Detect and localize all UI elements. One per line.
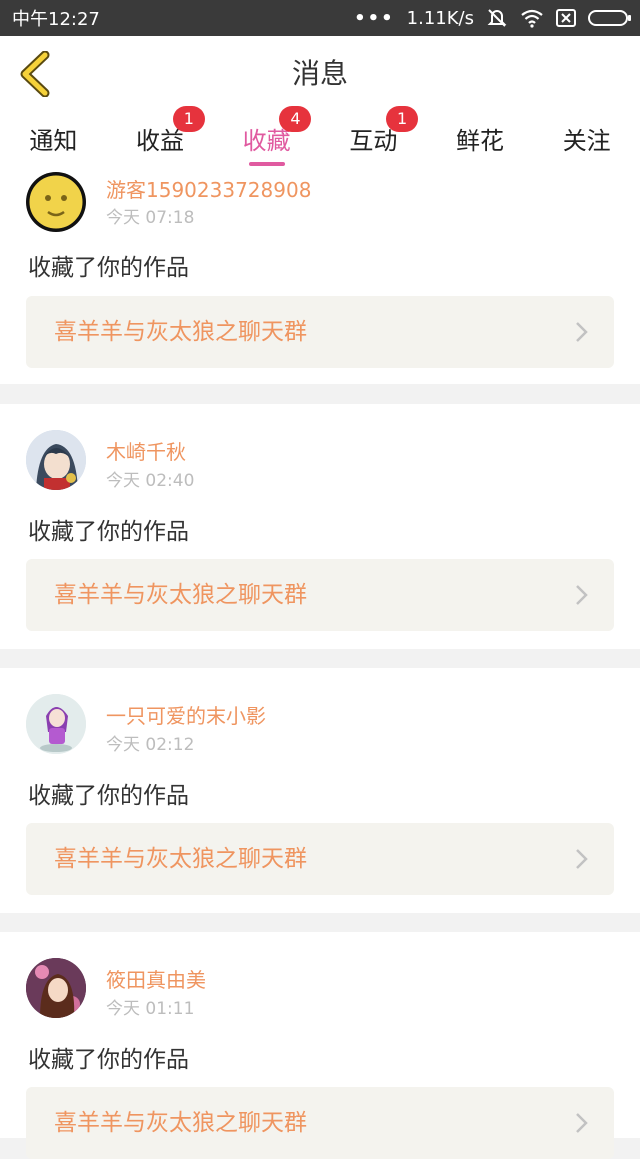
timestamp: 今天 02:40 (106, 471, 195, 491)
action-text: 收藏了你的作品 (28, 783, 189, 809)
action-text: 收藏了你的作品 (28, 519, 189, 545)
username[interactable]: 筱田真由美 (106, 964, 206, 993)
tab-label: 鲜花 (456, 127, 505, 155)
tab-label: 关注 (562, 127, 611, 155)
moon-face-icon (26, 172, 86, 232)
work-link[interactable]: 喜羊羊与灰太狼之聊天群 (26, 823, 614, 895)
chevron-right-icon (576, 1113, 588, 1133)
work-title: 喜羊羊与灰太狼之聊天群 (54, 1110, 307, 1136)
wifi-icon (521, 9, 543, 28)
tab-notifications[interactable]: 通知 (0, 112, 107, 170)
tab-label: 收藏 (242, 127, 291, 155)
avatar[interactable] (26, 430, 86, 490)
status-bar: 中午12:27 ••• 1.11K/s (0, 0, 640, 36)
unread-badge: 1 (172, 106, 205, 132)
sim-off-icon (556, 9, 576, 27)
work-title: 喜羊羊与灰太狼之聊天群 (54, 582, 307, 608)
username[interactable]: 游客1590233728908 (106, 174, 311, 203)
tab-following[interactable]: 关注 (533, 112, 640, 170)
avatar[interactable] (26, 172, 86, 232)
tab-label: 互动 (349, 127, 398, 155)
chevron-right-icon (576, 322, 588, 342)
tab-label: 收益 (136, 127, 184, 155)
header: 消息 (0, 36, 640, 113)
tab-favorites[interactable]: 收藏 4 (213, 106, 320, 170)
chibi-avatar-icon (26, 694, 86, 754)
list-item: 游客1590233728908 今天 07:18 收藏了你的作品 喜羊羊与灰太狼… (0, 170, 640, 384)
username[interactable]: 木崎千秋 (106, 436, 186, 465)
list-item: 筱田真由美 今天 01:11 收藏了你的作品 喜羊羊与灰太狼之聊天群 (0, 932, 640, 1159)
timestamp: 今天 02:12 (106, 735, 195, 755)
anime-avatar-icon (26, 430, 86, 490)
action-text: 收藏了你的作品 (28, 255, 189, 281)
work-link[interactable]: 喜羊羊与灰太狼之聊天群 (26, 1087, 614, 1159)
unread-badge: 1 (386, 106, 419, 132)
list-item: 木崎千秋 今天 02:40 收藏了你的作品 喜羊羊与灰太狼之聊天群 (0, 404, 640, 649)
work-link[interactable]: 喜羊羊与灰太狼之聊天群 (26, 296, 614, 368)
tab-earnings[interactable]: 收益 1 (107, 106, 214, 170)
avatar[interactable] (26, 958, 86, 1018)
status-icons: ••• 1.11K/s (354, 7, 631, 29)
anime-avatar-icon (26, 958, 86, 1018)
work-title: 喜羊羊与灰太狼之聊天群 (54, 319, 307, 345)
timestamp: 今天 01:11 (106, 999, 195, 1019)
tab-bar: 通知 收益 1 收藏 4 互动 1 鲜花 关注 (0, 106, 640, 170)
tab-flowers[interactable]: 鲜花 (427, 112, 534, 170)
chevron-right-icon (576, 585, 588, 605)
unread-badge: 4 (279, 106, 312, 132)
tab-interactions[interactable]: 互动 1 (320, 106, 427, 170)
action-text: 收藏了你的作品 (28, 1047, 189, 1073)
list-item: 一只可爱的末小影 今天 02:12 收藏了你的作品 喜羊羊与灰太狼之聊天群 (0, 668, 640, 913)
network-speed: 1.11K/s (406, 7, 474, 29)
avatar[interactable] (26, 694, 86, 754)
mute-bell-icon (487, 9, 507, 27)
work-title: 喜羊羊与灰太狼之聊天群 (54, 846, 307, 872)
chevron-right-icon (576, 849, 588, 869)
tab-label: 通知 (29, 127, 78, 155)
timestamp: 今天 07:18 (106, 208, 195, 228)
battery-icon (588, 10, 631, 26)
work-link[interactable]: 喜羊羊与灰太狼之聊天群 (26, 559, 614, 631)
username[interactable]: 一只可爱的末小影 (106, 700, 266, 729)
status-time: 中午12:27 (12, 9, 100, 30)
more-dots-icon: ••• (354, 7, 395, 29)
page-title: 消息 (291, 57, 348, 90)
